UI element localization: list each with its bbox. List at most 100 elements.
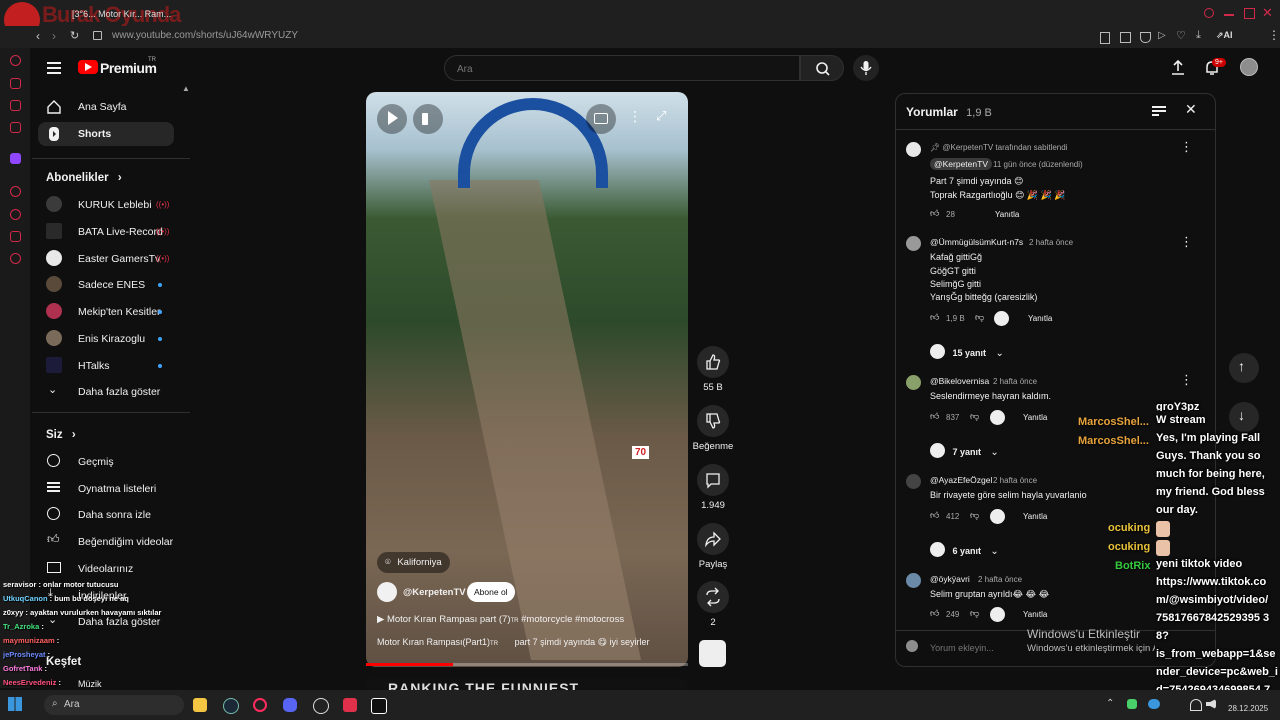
comment-author-chip[interactable]: @KerpetenTV — [930, 158, 992, 170]
video-more-icon[interactable]: ⋮ — [628, 108, 642, 125]
taskbar-search[interactable]: ⌕ Ara — [44, 695, 184, 715]
sidebar-item-sub-2[interactable]: Easter GamersTv ((•)) — [46, 250, 176, 268]
file-explorer-icon[interactable] — [193, 698, 207, 712]
search-input[interactable] — [455, 60, 789, 78]
sidebar-item-watch-later[interactable]: Daha sonra izle — [46, 506, 176, 524]
sidebar-item-sub-5[interactable]: Enis Kirazoglu — [46, 330, 176, 348]
remix-button[interactable] — [697, 581, 729, 613]
comment-author[interactable]: @öykÿavri — [930, 574, 970, 584]
comment-author[interactable]: @ÜmmügülsümKurt-n7s — [930, 237, 1023, 247]
heart-icon[interactable]: ♡ — [1176, 29, 1186, 42]
sidebar-item-home[interactable]: Ana Sayfa — [38, 95, 174, 119]
bookmark-icon[interactable] — [1100, 32, 1110, 44]
subscriptions-heading[interactable]: Abonelikler › — [46, 172, 122, 184]
steam-icon[interactable] — [223, 698, 239, 714]
replies-toggle[interactable]: 6 yanıt ⌄ — [930, 541, 999, 559]
show-more-subscriptions[interactable]: ⌄ Daha fazla göster — [46, 383, 176, 401]
menu-icon[interactable]: ⋮ — [1268, 28, 1280, 42]
reply-button[interactable]: Yanıtla — [1028, 314, 1052, 323]
search-icon[interactable] — [1204, 8, 1214, 18]
fullscreen-icon[interactable]: ⤢ — [656, 108, 666, 124]
comment-dislike-button[interactable]: 👎︎ — [970, 411, 979, 422]
sidebar-item-sub-4[interactable]: Mekip'ten Kesitler — [46, 303, 176, 321]
sidebar-item-sub-3[interactable]: Sadece ENES — [46, 276, 176, 294]
maximize-icon[interactable] — [1244, 8, 1255, 19]
comment-more-icon[interactable]: ⋮ — [1180, 372, 1193, 388]
lightning-app-icon[interactable] — [343, 698, 357, 712]
subscribe-button[interactable]: Abone ol — [467, 582, 515, 602]
sidebar-item-shorts[interactable]: Shorts — [38, 122, 174, 146]
capcut-icon[interactable] — [371, 698, 387, 714]
volume-button[interactable] — [413, 104, 443, 134]
comment-dislike-button[interactable]: 👎︎ — [970, 608, 979, 619]
comment-more-icon[interactable]: ⋮ — [1180, 139, 1193, 155]
avatar[interactable] — [906, 142, 921, 157]
start-button[interactable] — [8, 697, 22, 711]
previous-short-button[interactable]: ↑ — [1229, 353, 1259, 383]
sidebar-item-history[interactable]: Geçmiş — [46, 453, 176, 471]
download-icon[interactable]: ⤓ — [1196, 29, 1201, 42]
clock-side-icon[interactable] — [10, 209, 21, 220]
video-progress-bar[interactable] — [366, 663, 688, 666]
location-chip[interactable]: ⌾ Kaliforniya — [377, 552, 450, 573]
wifi-icon[interactable] — [1190, 699, 1202, 711]
player-icon[interactable] — [10, 186, 21, 197]
minimize-icon[interactable] — [1224, 14, 1234, 16]
avatar[interactable] — [906, 236, 921, 251]
sidebar-item-sub-0[interactable]: KURUK Leblebi ((•)) — [46, 196, 176, 214]
twitch-icon[interactable] — [10, 153, 21, 164]
sort-comments-button[interactable] — [1152, 106, 1166, 118]
tray-app-icon[interactable] — [1127, 699, 1137, 709]
upload-button[interactable] — [1168, 58, 1188, 78]
search-box[interactable] — [444, 55, 800, 81]
dislike-button[interactable] — [697, 405, 729, 437]
taskbar-date[interactable]: 28.12.2025 — [1228, 704, 1268, 713]
shield-icon[interactable] — [1140, 32, 1151, 43]
news-icon[interactable] — [10, 122, 21, 133]
sidebar-item-sub-1[interactable]: BATA Live-Record ((•)) — [46, 223, 176, 241]
screenshot-icon[interactable] — [1120, 32, 1131, 43]
comment-like-button[interactable]: 👍︎ — [930, 411, 939, 422]
like-button[interactable] — [697, 346, 729, 378]
opera-gx-icon[interactable] — [253, 698, 267, 712]
play-icon[interactable]: ▷ — [1158, 30, 1166, 41]
video-playlist-row[interactable]: Motor Kıran Rampası(Part1)TR part 7 şimd… — [377, 637, 650, 648]
back-icon[interactable]: ‹ — [36, 29, 40, 43]
comment-more-icon[interactable]: ⋮ — [1180, 234, 1193, 250]
share-button[interactable] — [697, 523, 729, 555]
next-short-preview[interactable]: RANKING THE FUNNIEST — [366, 678, 688, 690]
reply-button[interactable]: Yanıtla — [1023, 512, 1047, 521]
tray-chevron-icon[interactable]: ⌃ — [1106, 698, 1114, 709]
reply-button[interactable]: Yanıtla — [995, 210, 1019, 219]
you-heading[interactable]: Siz › — [46, 429, 76, 441]
voice-search-button[interactable] — [853, 55, 879, 81]
channel-avatar[interactable] — [377, 582, 397, 602]
discord-icon[interactable] — [283, 698, 297, 712]
comment-dislike-button[interactable]: 👎︎ — [975, 312, 984, 323]
channel-name[interactable]: @KerpetenTV — [403, 587, 466, 598]
audio-thumbnail[interactable] — [699, 640, 726, 667]
account-avatar[interactable] — [1240, 58, 1258, 76]
avatar[interactable] — [906, 573, 921, 588]
pinned-icon[interactable] — [10, 78, 21, 89]
comment-author[interactable]: @Bikelovernisa — [930, 376, 989, 386]
comment-like-button[interactable]: 👍︎ — [930, 510, 939, 521]
comment-dislike-button[interactable]: 👎︎ — [970, 510, 979, 521]
comments-button[interactable] — [697, 464, 729, 496]
reply-button[interactable]: Yanıtla — [1023, 413, 1047, 422]
sidebar-item-your-videos[interactable]: Videolarınız — [46, 560, 176, 578]
avatar[interactable] — [906, 474, 921, 489]
youtube-logo-icon[interactable] — [78, 60, 98, 74]
obs-icon[interactable] — [313, 698, 329, 714]
ai-icon[interactable]: ⇗AI — [1216, 30, 1233, 41]
reload-icon[interactable]: ↻ — [70, 29, 79, 42]
comment-like-button[interactable]: 👍︎ — [930, 208, 939, 219]
tray-cloud-icon[interactable] — [1148, 699, 1160, 709]
hamburger-menu-icon[interactable] — [47, 62, 61, 74]
forward-icon[interactable]: › — [52, 29, 56, 43]
browser-tab[interactable]: [3°6... Motor Kır... Ram... — [58, 5, 228, 23]
replies-toggle[interactable]: 7 yanıt ⌄ — [930, 442, 999, 460]
search-button[interactable] — [800, 55, 844, 81]
comment-like-button[interactable]: 👍︎ — [930, 608, 939, 619]
play-pause-button[interactable] — [377, 104, 407, 134]
